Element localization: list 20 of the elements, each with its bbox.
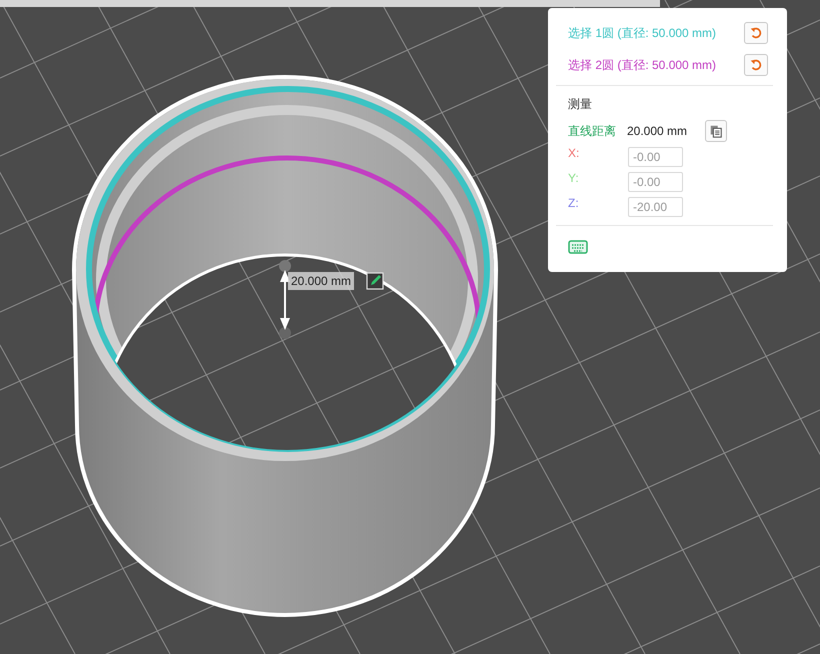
axis-label: Z:	[568, 196, 580, 210]
axis-label: Y:	[568, 171, 580, 185]
distance-label: 直线距离	[568, 122, 617, 140]
coordinate-field[interactable]: -0.00	[628, 172, 683, 192]
edit-icon[interactable]	[366, 272, 384, 290]
selection-label: 选择 1圆 (直径: 50.000 mm)	[568, 24, 716, 42]
coordinate-field[interactable]: -0.00	[628, 147, 683, 167]
distance-value: 20.000 mm	[627, 124, 688, 138]
copy-button[interactable]	[705, 120, 727, 142]
undo-icon	[749, 58, 763, 72]
coordinate-field[interactable]: -20.00	[628, 197, 683, 217]
dimension-label: 20.000 mm	[288, 272, 354, 290]
axis-label: X:	[568, 146, 580, 160]
reset-button[interactable]	[744, 54, 768, 76]
section-title: 测量	[568, 96, 593, 113]
copy-icon	[709, 124, 723, 138]
selection-label: 选择 2圆 (直径: 50.000 mm)	[568, 56, 716, 74]
undo-icon	[749, 26, 763, 40]
keyboard-icon[interactable]	[568, 240, 588, 254]
reset-button[interactable]	[744, 22, 768, 44]
